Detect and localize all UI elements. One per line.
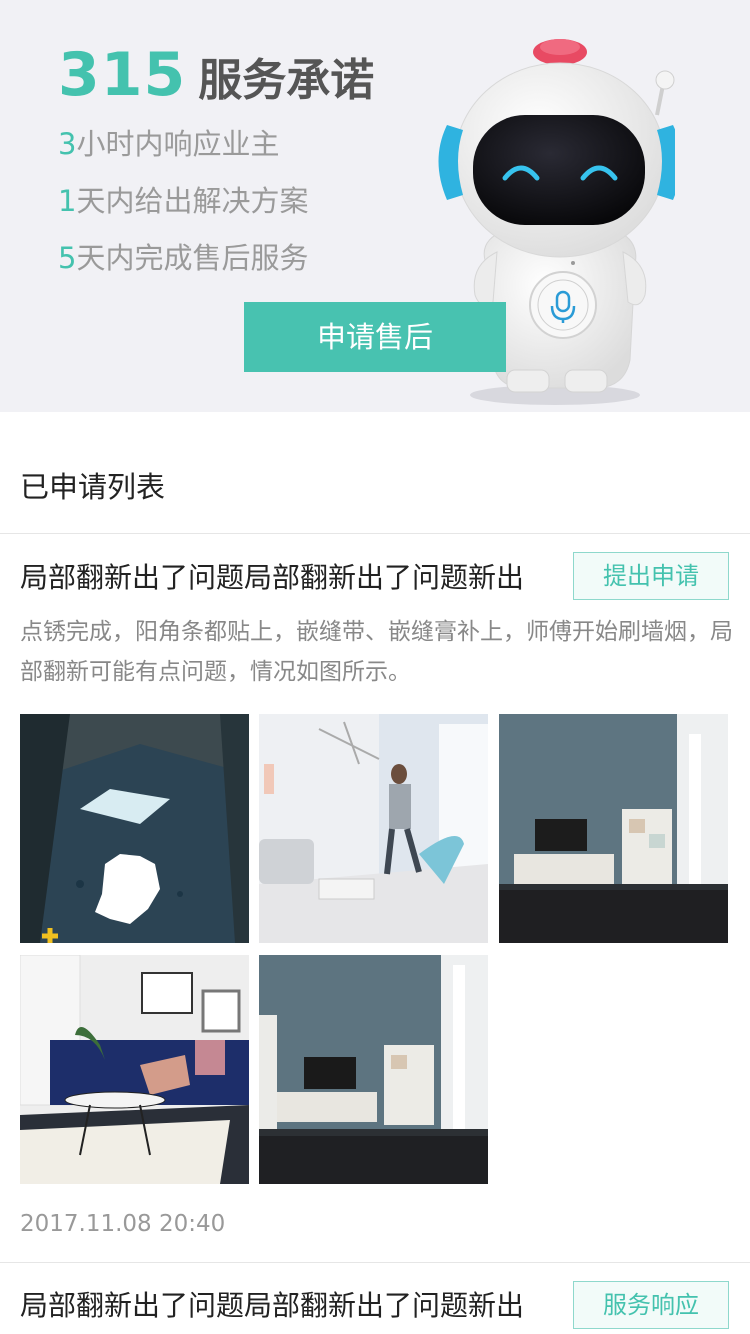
promise-word: 服务承诺: [198, 55, 375, 106]
submit-application-button[interactable]: 提出申请: [573, 552, 729, 600]
item-title: 局部翻新出了问题局部翻新出了问题新出: [20, 1289, 525, 1322]
issue-photo[interactable]: [20, 714, 249, 943]
list-title: 已申请列表: [20, 470, 166, 504]
service-banner: 315 服务承诺 3小时内响应业主 1天内给出解决方案 5天内完成售后服务 申请…: [0, 0, 750, 412]
item-title: 局部翻新出了问题局部翻新出了问题新出: [20, 561, 525, 594]
promise-number: 315: [58, 40, 187, 110]
issue-photo[interactable]: [259, 714, 488, 943]
item-timestamp: 2017.11.08 20:40: [20, 1211, 226, 1237]
promise-line-complete: 5天内完成售后服务: [58, 241, 309, 275]
issue-photo[interactable]: [259, 955, 488, 1184]
promise-title: 315 服务承诺: [58, 42, 374, 114]
promise-line-response: 3小时内响应业主: [58, 127, 280, 161]
promise-line-solution: 1天内给出解决方案: [58, 184, 309, 218]
issue-photo[interactable]: [20, 955, 249, 1184]
divider: [0, 1262, 750, 1263]
service-response-button[interactable]: 服务响应: [573, 1281, 729, 1329]
issue-photo[interactable]: [499, 714, 728, 943]
divider: [0, 533, 750, 534]
apply-after-sale-button[interactable]: 申请售后: [244, 302, 506, 372]
item-description: 点锈完成，阳角条都贴上，嵌缝带、嵌缝膏补上，师傅开始刷墙烟，局部翻新可能有点问题…: [20, 619, 733, 685]
